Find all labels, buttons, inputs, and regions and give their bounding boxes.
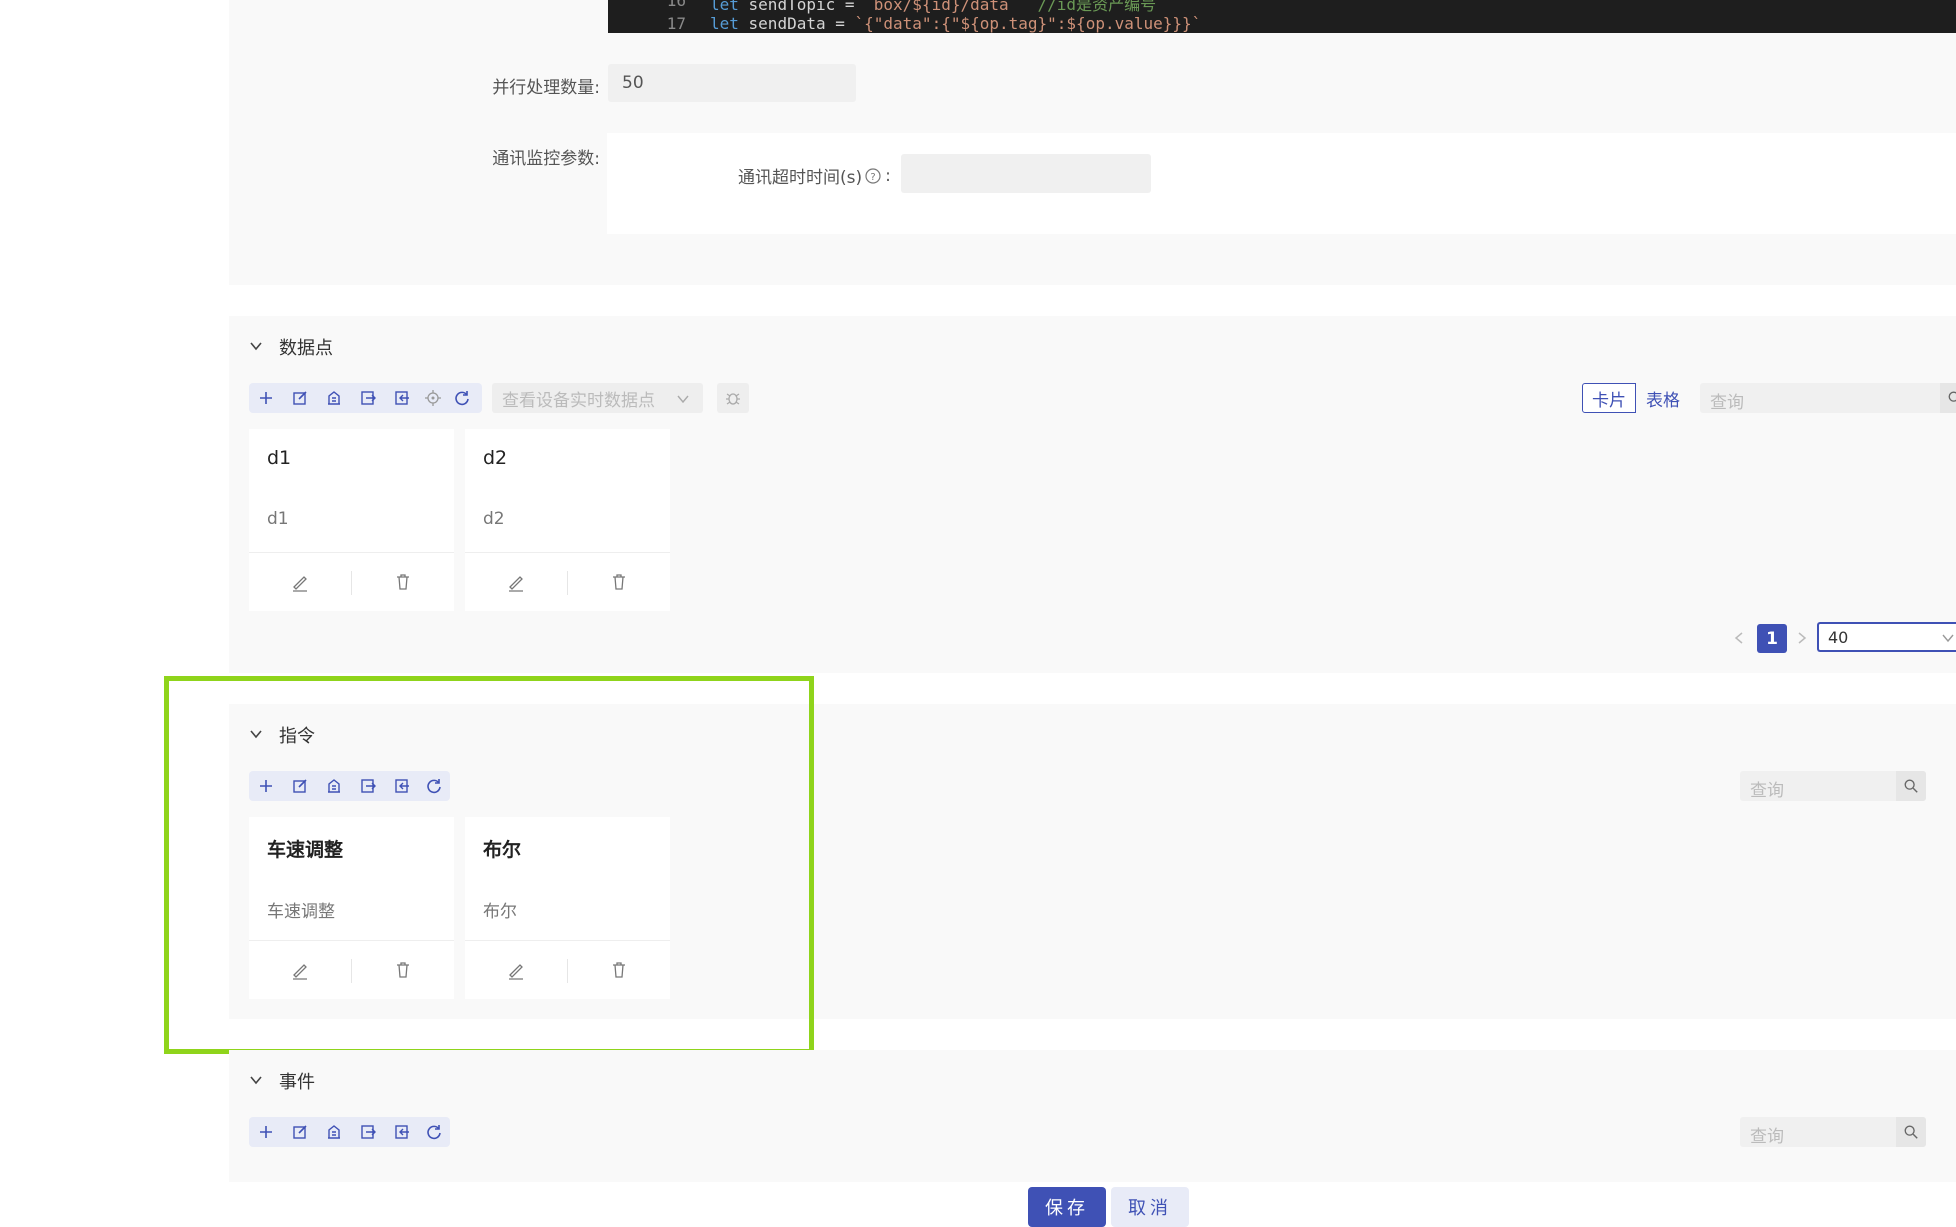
search-button[interactable] [1896, 771, 1926, 801]
batch-button[interactable] [317, 1117, 351, 1147]
edit-icon[interactable] [505, 571, 527, 593]
trash-icon[interactable] [392, 571, 414, 593]
edit-icon [293, 391, 307, 405]
search-button[interactable] [1940, 383, 1956, 413]
line-number: 16 [666, 0, 686, 10]
timeout-label: 通讯超时时间(s) [738, 168, 863, 188]
export-icon [395, 391, 409, 405]
next-page-icon[interactable] [1796, 631, 1808, 645]
card-title: d2 [483, 447, 508, 469]
target-icon [425, 390, 441, 406]
export-button[interactable] [385, 383, 419, 413]
refresh-button[interactable] [419, 1117, 449, 1147]
chevron-down-icon[interactable] [250, 340, 262, 352]
refresh-icon [427, 1125, 441, 1140]
view-table-toggle[interactable]: 表格 [1636, 383, 1690, 413]
add-button[interactable] [249, 383, 283, 413]
parallel-label: 并行处理数量: [492, 78, 600, 98]
import-button[interactable] [351, 1117, 385, 1147]
monitor-label: 通讯监控参数: [492, 149, 600, 169]
realtime-select[interactable]: 查看设备实时数据点 [492, 383, 703, 413]
commands-search[interactable]: 查询 [1740, 771, 1926, 801]
events-title: 事件 [279, 1072, 315, 1093]
edit-icon[interactable] [289, 571, 311, 593]
edit-button[interactable] [283, 383, 317, 413]
plus-icon [260, 1126, 272, 1138]
page-current[interactable]: 1 [1757, 624, 1787, 653]
building-icon [328, 1125, 340, 1139]
timeout-label-group: 通讯超时时间(s) ? : [738, 163, 891, 189]
import-icon [361, 391, 376, 405]
datapoint-card[interactable]: d2 d2 [465, 429, 670, 611]
import-icon [361, 1125, 376, 1139]
save-button[interactable]: 保存 [1028, 1187, 1106, 1227]
page-size-select[interactable]: 40 [1817, 622, 1956, 652]
add-button[interactable] [249, 1117, 283, 1147]
edit-button[interactable] [283, 1117, 317, 1147]
code-editor[interactable]: 16 let sendTopic = `box/${id}/data` //id… [608, 0, 1956, 33]
refresh-icon [455, 391, 469, 406]
svg-text:?: ? [870, 172, 875, 183]
datapoints-title: 数据点 [279, 338, 333, 359]
export-button[interactable] [385, 1117, 419, 1147]
events-panel [229, 1050, 1956, 1182]
bug-icon [726, 393, 740, 405]
chevron-down-icon[interactable] [250, 1074, 262, 1086]
locate-button[interactable] [419, 383, 447, 413]
code-line: let sendTopic = `box/${id}/data` //id是资产… [710, 0, 1157, 14]
plus-icon [260, 392, 272, 404]
search-button[interactable] [1896, 1117, 1926, 1147]
import-button[interactable] [351, 383, 385, 413]
building-icon [328, 391, 340, 405]
search-icon [1904, 779, 1918, 793]
highlight-box [164, 676, 814, 1054]
card-actions [465, 552, 670, 612]
datapoint-card[interactable]: d1 d1 [249, 429, 454, 611]
line-number: 17 [666, 14, 686, 33]
datapoints-search[interactable]: 查询 [1700, 383, 1956, 413]
cancel-button[interactable]: 取消 [1111, 1187, 1189, 1227]
events-toolbar [249, 1117, 450, 1147]
search-icon [1904, 1125, 1918, 1139]
batch-button[interactable] [317, 383, 351, 413]
export-icon [395, 1125, 409, 1139]
search-icon [1948, 391, 1956, 402]
view-card-toggle[interactable]: 卡片 [1582, 383, 1636, 413]
chevron-down-icon [1942, 634, 1954, 643]
prev-page-icon[interactable] [1733, 631, 1745, 645]
debug-button[interactable] [717, 383, 749, 413]
code-line: let sendData = `{"data":{"${op.tag}":${o… [710, 14, 1202, 33]
help-icon[interactable]: ? [865, 167, 881, 184]
events-search[interactable]: 查询 [1740, 1117, 1926, 1147]
card-desc: d1 [267, 509, 289, 529]
chevron-down-icon [677, 395, 689, 404]
trash-icon[interactable] [608, 571, 630, 593]
card-title: d1 [267, 447, 292, 469]
datapoints-toolbar [249, 383, 482, 413]
timeout-input[interactable] [901, 154, 1151, 193]
edit-icon [293, 1125, 307, 1139]
timeout-colon: : [885, 165, 891, 186]
card-desc: d2 [483, 509, 505, 529]
parallel-input[interactable]: 50 [608, 64, 856, 102]
card-actions [249, 552, 454, 612]
refresh-button[interactable] [447, 383, 477, 413]
